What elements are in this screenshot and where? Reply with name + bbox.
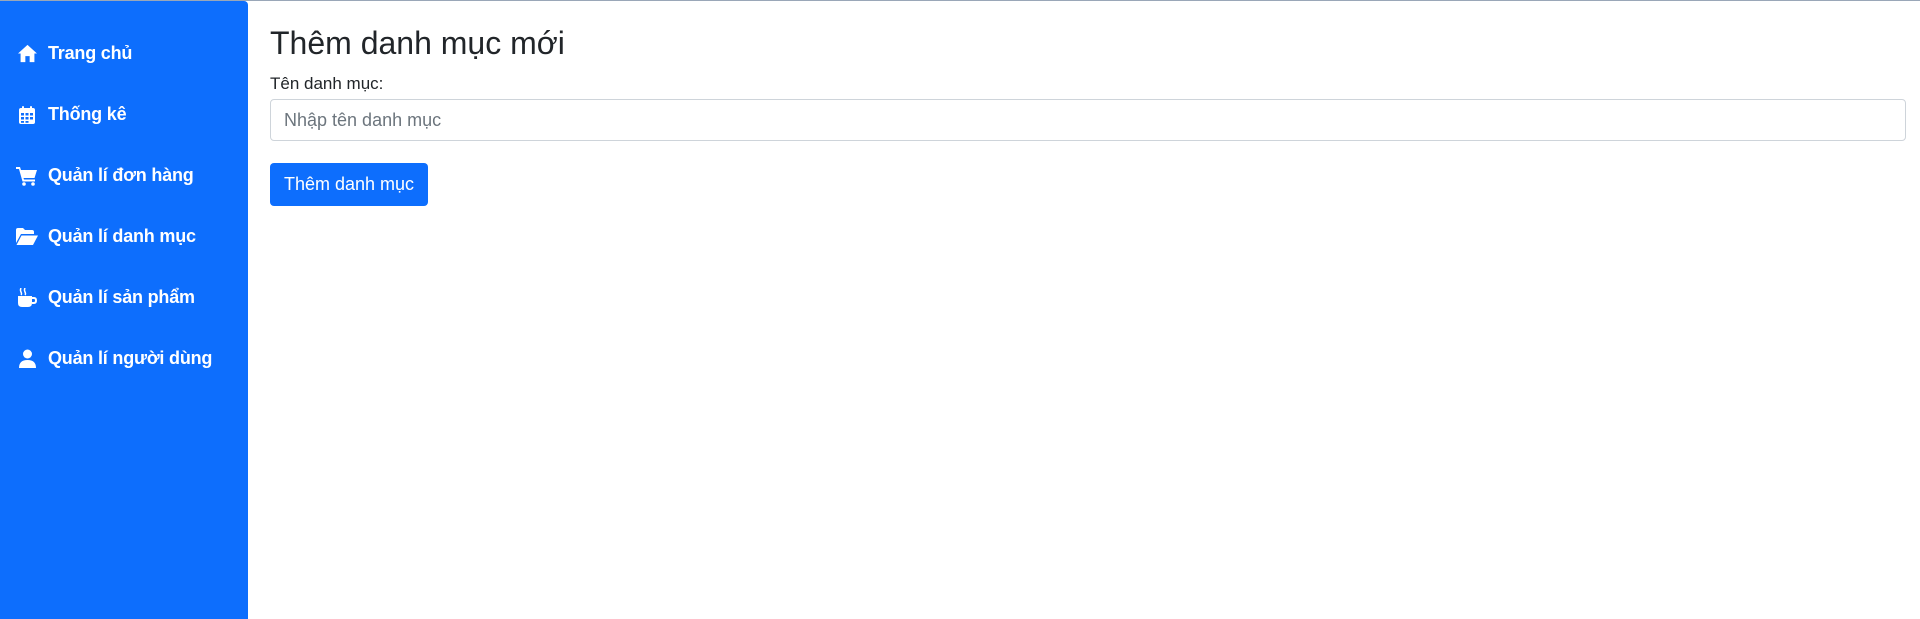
category-name-input[interactable] [270, 99, 1906, 141]
sidebar: Trang chủ Thống kê Quản lí đơn hàng Quản… [0, 1, 248, 619]
sidebar-item-categories[interactable]: Quản lí danh mục [0, 206, 248, 267]
calendar-icon [16, 104, 38, 126]
category-name-label: Tên danh mục: [270, 74, 384, 93]
sidebar-item-label: Quản lí sản phẩm [48, 287, 195, 307]
main-content: Thêm danh mục mới Tên danh mục: Thêm dan… [248, 1, 1920, 619]
home-icon [16, 43, 38, 65]
sidebar-item-orders[interactable]: Quản lí đơn hàng [0, 145, 248, 206]
folder-open-icon [16, 226, 38, 248]
add-category-form: Tên danh mục: Thêm danh mục [270, 73, 1906, 206]
sidebar-item-products[interactable]: Quản lí sản phẩm [0, 267, 248, 328]
user-icon [16, 348, 38, 370]
sidebar-item-statistics[interactable]: Thống kê [0, 84, 248, 145]
app-layout: Trang chủ Thống kê Quản lí đơn hàng Quản… [0, 1, 1920, 619]
sidebar-item-label: Trang chủ [48, 43, 133, 63]
sidebar-item-label: Thống kê [48, 104, 127, 124]
mug-icon [16, 287, 38, 309]
add-category-button[interactable]: Thêm danh mục [270, 163, 429, 206]
sidebar-item-label: Quản lí đơn hàng [48, 165, 194, 185]
sidebar-item-label: Quản lí danh mục [48, 226, 196, 246]
cart-icon [16, 165, 38, 187]
sidebar-item-users[interactable]: Quản lí người dùng [0, 328, 248, 389]
sidebar-item-label: Quản lí người dùng [48, 348, 213, 368]
sidebar-item-home[interactable]: Trang chủ [0, 23, 248, 84]
page-title: Thêm danh mục mới [270, 25, 565, 61]
